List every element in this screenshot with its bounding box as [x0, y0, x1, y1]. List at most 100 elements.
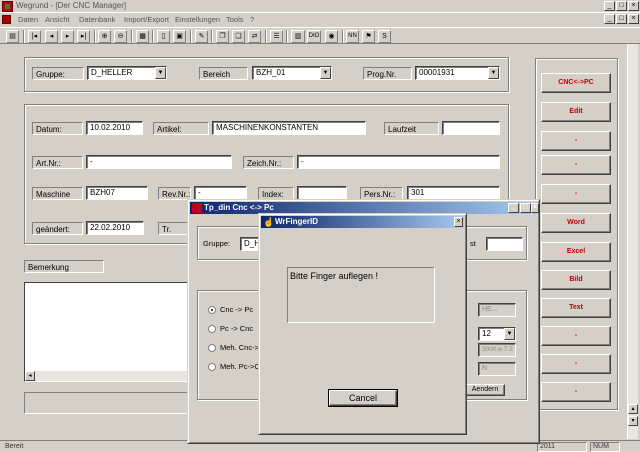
geaendert-label: geändert: [32, 222, 83, 235]
word-button[interactable]: Word [541, 213, 611, 233]
empty-button-1[interactable]: - [541, 131, 611, 151]
menu-daten[interactable]: Daten [18, 15, 38, 24]
edit-button[interactable]: Edit [541, 102, 611, 122]
finger-dialog-titlebar: ☝ WrFingerID × [261, 216, 464, 228]
menu-datenbank[interactable]: Datenbank [79, 15, 115, 24]
scroll-up-icon[interactable]: ▴ [628, 404, 638, 414]
dio-icon[interactable]: DIO [307, 30, 321, 43]
artikel-label: Artikel: [153, 122, 209, 135]
bild-button[interactable]: Bild [541, 270, 611, 290]
list-icon[interactable]: ☰ [270, 30, 283, 43]
dialog-port-combo[interactable]: 12 ▼ [478, 327, 516, 341]
transfer-dialog-title: Tp_din Cnc <-> Pc [204, 203, 274, 212]
prev-record-icon[interactable]: ◂ [45, 30, 58, 43]
horizontal-scrollbar[interactable]: ◂ [25, 370, 193, 381]
doc-close-icon[interactable]: × [628, 14, 639, 24]
doc-icon [2, 15, 11, 24]
cnc-pc-button[interactable]: CNC<->PC [541, 73, 611, 93]
last-record-icon[interactable]: ▸| [77, 30, 90, 43]
dialog-right-field[interactable] [486, 237, 523, 251]
zeichnr-field[interactable]: - [297, 155, 500, 169]
zoom-in-icon[interactable]: ⊕ [98, 30, 111, 43]
empty-button-4[interactable]: - [541, 326, 611, 346]
dialog-maximize-icon[interactable]: □ [520, 203, 531, 213]
zoom-out-icon[interactable]: ⊖ [114, 30, 127, 43]
radio-cnc-pc[interactable] [208, 306, 216, 314]
menu-tools[interactable]: Tools [226, 15, 244, 24]
persnr-field[interactable]: 301 [407, 186, 500, 200]
radio-pc-cnc[interactable] [208, 325, 216, 333]
tr-label: Tr. [158, 222, 188, 235]
table-icon[interactable]: ▥ [291, 30, 305, 43]
print-icon[interactable]: ▤ [6, 30, 19, 43]
s-icon[interactable]: S [378, 30, 391, 43]
paste-icon[interactable]: ❏ [232, 30, 245, 43]
option-pc-cnc-label: Pc -> Cnc [220, 324, 254, 333]
revnr-field[interactable]: - [194, 186, 247, 200]
grid-icon[interactable]: ▦ [136, 30, 149, 43]
first-record-icon[interactable]: |◂ [28, 30, 41, 43]
gruppe-value: D_HELLER [91, 68, 133, 77]
abc-icon[interactable]: ⚑ [362, 30, 375, 43]
finger-dialog-close-icon[interactable]: × [454, 217, 463, 227]
close-icon[interactable]: × [628, 1, 639, 11]
edit-icon[interactable]: ✎ [195, 30, 208, 43]
menu-help[interactable]: ? [250, 15, 254, 24]
chevron-down-icon[interactable]: ▼ [488, 67, 499, 79]
laufzeit-label: Laufzeit [384, 122, 439, 135]
finger-dialog: ☝ WrFingerID × Bitte Finger auflegen ! C… [258, 213, 467, 435]
status-year: 2011 [537, 442, 587, 452]
play-icon[interactable]: ▸ [61, 30, 74, 43]
datum-label: Datum: [32, 122, 83, 135]
empty-button-5[interactable]: - [541, 354, 611, 374]
menu-einstellungen[interactable]: Einstellungen [175, 15, 220, 24]
maschine-field[interactable]: BZH07 [86, 186, 148, 200]
vertical-scrollbar[interactable]: ▴ ▾ [627, 44, 638, 439]
index-field[interactable] [297, 186, 347, 200]
empty-button-3[interactable]: - [541, 184, 611, 204]
chevron-down-icon[interactable]: ▼ [320, 67, 331, 79]
menu-bar: Daten Ansicht Datenbank Import/Export Ei… [0, 14, 640, 25]
copy-icon[interactable]: ❐ [216, 30, 229, 43]
artikel-field[interactable]: MASCHINENKONSTANTEN [212, 121, 366, 135]
minimize-icon[interactable]: _ [604, 1, 615, 11]
radio-multi-cnc-pc[interactable] [208, 344, 216, 352]
aendern-button[interactable]: Aendern [465, 384, 505, 396]
scroll-down-icon[interactable]: ▾ [628, 416, 638, 426]
dialog-close-icon[interactable]: × [531, 203, 539, 213]
geaendert-field[interactable]: 22.02.2010 [86, 221, 144, 235]
dialog-minimize-icon[interactable]: _ [508, 203, 519, 213]
chevron-down-icon[interactable]: ▼ [155, 67, 166, 79]
scroll-left-icon[interactable]: ◂ [25, 371, 35, 381]
gruppe-label: Gruppe: [32, 67, 84, 80]
maximize-icon[interactable]: □ [616, 1, 627, 11]
fingerprint-icon: ☝ [263, 217, 275, 227]
empty-button-6[interactable]: - [541, 382, 611, 402]
new-icon[interactable]: ▯ [157, 30, 170, 43]
gruppe-combo[interactable]: D_HELLER ▼ [87, 66, 167, 80]
excel-button[interactable]: Excel [541, 242, 611, 262]
bemerkung-label: Bemerkung [24, 260, 104, 273]
artnr-field[interactable]: - [86, 155, 232, 169]
dialog-n-field: N [478, 362, 516, 376]
laufzeit-field[interactable] [442, 121, 500, 135]
datum-field[interactable]: 10.02.2010 [86, 121, 143, 135]
menu-import-export[interactable]: Import/Export [124, 15, 169, 24]
doc-minimize-icon[interactable]: _ [604, 14, 615, 24]
bemerkung-textarea[interactable] [24, 282, 194, 382]
title-bar: Wegrund - [Der CNC Manager] _ □ × [0, 0, 640, 13]
app-logo-icon [2, 1, 13, 12]
prognr-combo[interactable]: 00001931 ▼ [415, 66, 500, 80]
empty-button-2[interactable]: - [541, 155, 611, 175]
chevron-down-icon[interactable]: ▼ [504, 328, 515, 340]
doc-restore-icon[interactable]: □ [616, 14, 627, 24]
compare-icon[interactable]: ⇄ [248, 30, 261, 43]
cancel-button[interactable]: Cancel [328, 389, 398, 407]
bereich-combo[interactable]: BZH_01 ▼ [252, 66, 332, 80]
view-icon[interactable]: ◉ [325, 30, 338, 43]
text-button[interactable]: Text [541, 298, 611, 318]
nn-icon[interactable]: NN [346, 30, 359, 43]
radio-multi-pc-cnc[interactable] [208, 363, 216, 371]
save-icon[interactable]: ▣ [173, 30, 186, 43]
menu-ansicht[interactable]: Ansicht [45, 15, 70, 24]
